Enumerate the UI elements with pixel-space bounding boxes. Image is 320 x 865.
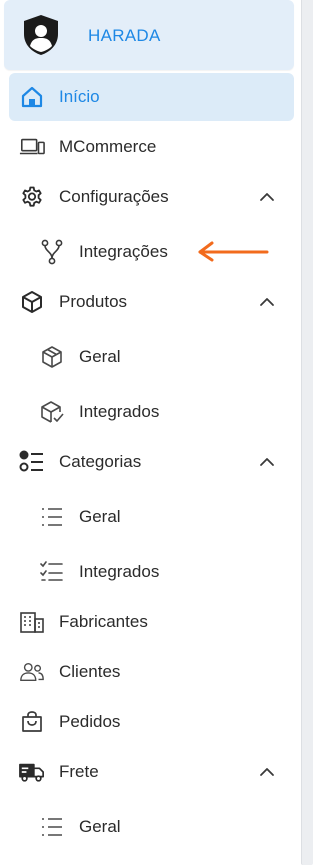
sidebar-item-label: Pedidos	[59, 712, 121, 731]
building-icon	[19, 610, 45, 634]
list-icon	[39, 815, 65, 839]
sidebar-item-configuracoes[interactable]: Configurações	[9, 173, 294, 221]
chevron-up-icon[interactable]	[259, 190, 275, 204]
sidebar-item-label: Categorias	[59, 452, 142, 471]
chevron-up-icon[interactable]	[259, 455, 275, 469]
checklist-icon	[39, 560, 65, 584]
sidebar-item-label: MCommerce	[59, 137, 157, 156]
sidebar-item-label: Geral	[79, 817, 121, 836]
chevron-up-icon[interactable]	[259, 765, 275, 779]
sidebar-item-frete[interactable]: Frete	[9, 748, 294, 796]
sidebar-subitem-produtos-geral[interactable]: Geral	[9, 333, 294, 381]
sidebar-item-label: Integrados	[79, 402, 160, 421]
sidebar-item-label: Clientes	[59, 662, 121, 681]
sidebar-subitem-produtos-integrados[interactable]: Integrados	[9, 388, 294, 436]
scrollbar[interactable]	[301, 0, 313, 865]
sidebar-item-fabricantes[interactable]: Fabricantes	[9, 598, 294, 646]
box-check-icon	[39, 400, 65, 424]
box-outline-icon	[39, 345, 65, 369]
sidebar-item-label: Geral	[79, 507, 121, 526]
chevron-up-icon[interactable]	[259, 295, 275, 309]
sidebar-item-clientes[interactable]: Clientes	[9, 648, 294, 696]
sidebar-item-label: Produtos	[59, 292, 128, 311]
home-icon	[19, 85, 45, 109]
gear-icon	[19, 185, 45, 209]
users-icon	[19, 660, 45, 684]
sidebar-subitem-categorias-geral[interactable]: Geral	[9, 493, 294, 541]
sidebar-item-label: Configurações	[59, 187, 169, 206]
sidebar-item-label: Início	[59, 87, 100, 106]
sidebar-item-label: Geral	[79, 347, 121, 366]
sidebar-item-categorias[interactable]: Categorias	[9, 438, 294, 486]
sidebar-item-produtos[interactable]: Produtos	[9, 278, 294, 326]
sidebar: HARADA Início MCommerce Configurações In…	[0, 0, 316, 865]
sidebar-item-label: Fabricantes	[59, 612, 148, 631]
sidebar-header[interactable]: HARADA	[4, 0, 294, 70]
sidebar-item-label: Frete	[59, 762, 99, 781]
sidebar-item-inicio[interactable]: Início	[9, 73, 294, 121]
sidebar-item-mcommerce[interactable]: MCommerce	[9, 123, 294, 171]
truck-icon	[19, 760, 45, 784]
category-list-icon	[19, 450, 45, 474]
sidebar-item-pedidos[interactable]: Pedidos	[9, 698, 294, 746]
devices-icon	[19, 135, 45, 159]
user-shield-logo-icon	[22, 14, 60, 56]
sidebar-subitem-frete-geral[interactable]: Geral	[9, 803, 294, 851]
integration-icon	[39, 239, 65, 265]
list-icon	[39, 505, 65, 529]
shopping-bag-icon	[19, 710, 45, 734]
box-icon	[19, 290, 45, 314]
brand-name: HARADA	[88, 26, 161, 45]
arrow-left-icon	[196, 240, 270, 262]
sidebar-subitem-categorias-integrados[interactable]: Integrados	[9, 548, 294, 596]
sidebar-item-label: Integrados	[79, 562, 160, 581]
sidebar-item-label: Integrações	[79, 242, 168, 261]
